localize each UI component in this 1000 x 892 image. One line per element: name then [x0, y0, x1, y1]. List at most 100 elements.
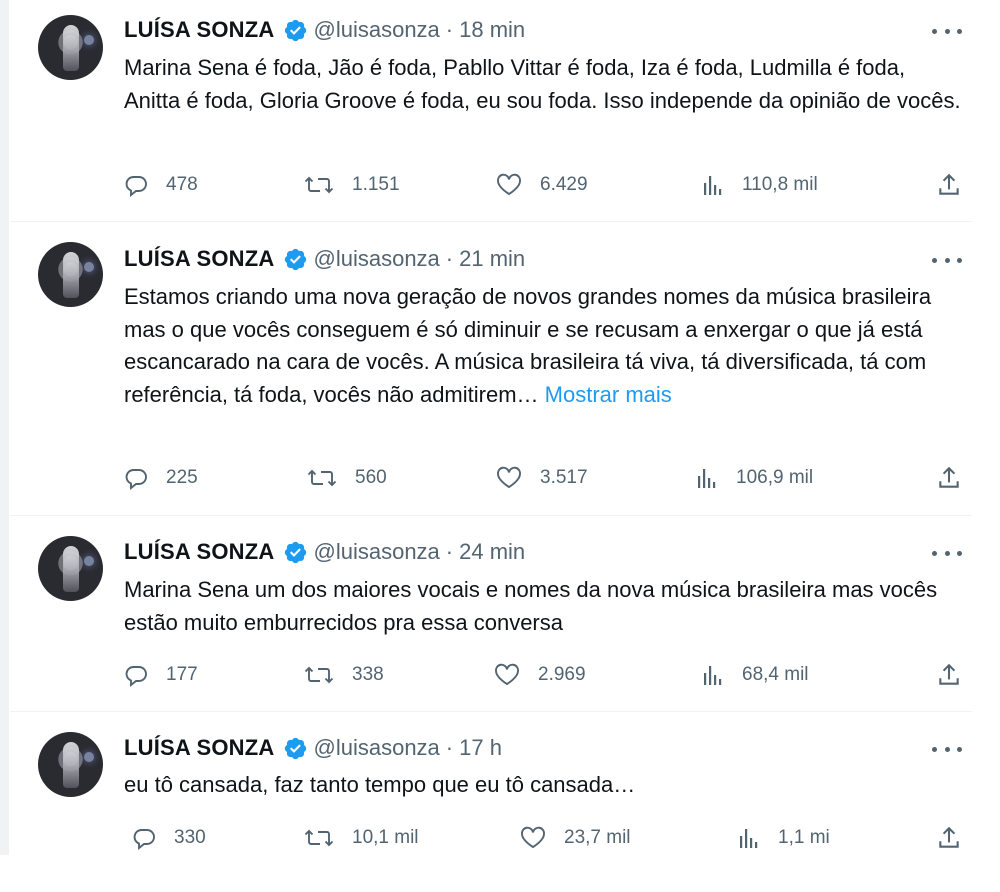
tweet-text-content: eu tô cansada, faz tanto tempo que eu tô…	[124, 772, 636, 797]
tweet-header: LUÍSA SONZA @luisasonza · 21 min	[124, 245, 525, 273]
more-options-icon[interactable]	[932, 543, 962, 563]
like-icon	[497, 173, 521, 196]
like-count: 3.517	[540, 467, 588, 488]
tweet[interactable]: LUÍSA SONZA @luisasonza · 17 h eu tô can…	[10, 712, 972, 855]
left-border	[0, 0, 9, 855]
views-count: 1,1 mi	[778, 827, 830, 848]
tweet[interactable]: LUÍSA SONZA @luisasonza · 21 min Estamos…	[10, 222, 972, 516]
views-button[interactable]: 106,9 mil	[696, 463, 813, 493]
like-button[interactable]: 2.969	[494, 660, 586, 690]
tweet-header: LUÍSA SONZA @luisasonza · 24 min	[124, 538, 525, 566]
action-bar: 330 10,1 mil 23,7 mil 1,1 mi	[124, 823, 962, 853]
like-icon	[497, 466, 521, 489]
retweet-count: 10,1 mil	[352, 827, 419, 848]
retweet-count: 338	[352, 664, 384, 685]
separator-dot: ·	[445, 735, 454, 760]
retweet-button[interactable]: 560	[307, 463, 387, 493]
action-bar: 478 1.151 6.429 110,8 mil	[124, 170, 962, 200]
share-icon	[939, 663, 959, 685]
action-bar: 225 560 3.517 106,9 mil	[124, 463, 962, 493]
like-count: 23,7 mil	[564, 827, 631, 848]
tweet-text: eu tô cansada, faz tanto tempo que eu tô…	[124, 769, 964, 802]
author-handle[interactable]: @luisasonza	[314, 246, 440, 272]
share-button[interactable]	[936, 823, 962, 853]
verified-badge-icon	[283, 736, 308, 761]
views-icon	[740, 829, 758, 848]
share-icon	[939, 826, 959, 848]
reply-count: 177	[166, 664, 198, 685]
author-name[interactable]: LUÍSA SONZA	[124, 17, 275, 43]
page-bottom	[0, 855, 1000, 892]
tweet-time[interactable]: 18 min	[459, 17, 525, 43]
tweet-feed: LUÍSA SONZA @luisasonza · 18 min Marina …	[10, 0, 972, 855]
tweet-text: Marina Sena um dos maiores vocais e nome…	[124, 574, 964, 639]
retweet-icon	[304, 829, 334, 847]
verified-badge-icon	[283, 247, 308, 272]
tweet-text-content: Marina Sena é foda, Jão é foda, Pabllo V…	[124, 55, 961, 113]
reply-icon	[125, 469, 147, 490]
separator-dot: ·	[445, 539, 454, 564]
tweet[interactable]: LUÍSA SONZA @luisasonza · 18 min Marina …	[10, 0, 972, 222]
separator-dot: ·	[445, 17, 454, 42]
share-button[interactable]	[936, 463, 962, 493]
share-button[interactable]	[936, 170, 962, 200]
avatar[interactable]	[38, 242, 103, 307]
views-button[interactable]: 110,8 mil	[702, 170, 818, 200]
reply-button[interactable]: 177	[124, 660, 198, 690]
author-name[interactable]: LUÍSA SONZA	[124, 246, 275, 272]
retweet-button[interactable]: 338	[304, 660, 384, 690]
avatar[interactable]	[38, 15, 103, 80]
share-icon	[939, 173, 959, 195]
author-handle[interactable]: @luisasonza	[314, 735, 440, 761]
tweet-header: LUÍSA SONZA @luisasonza · 18 min	[124, 16, 525, 44]
more-options-icon[interactable]	[932, 739, 962, 759]
views-count: 68,4 mil	[742, 664, 809, 685]
verified-badge-icon	[283, 540, 308, 565]
reply-icon	[125, 176, 147, 197]
like-count: 2.969	[538, 664, 586, 685]
views-count: 110,8 mil	[742, 174, 818, 195]
views-count: 106,9 mil	[736, 467, 814, 488]
tweet-header: LUÍSA SONZA @luisasonza · 17 h	[124, 734, 502, 762]
tweet-time[interactable]: 21 min	[459, 246, 525, 272]
separator-dot: ·	[445, 246, 454, 271]
retweet-count: 560	[355, 467, 387, 488]
like-button[interactable]: 6.429	[496, 170, 588, 200]
author-handle[interactable]: @luisasonza	[314, 17, 440, 43]
reply-button[interactable]: 478	[124, 170, 198, 200]
retweet-icon	[307, 469, 337, 487]
show-more-link[interactable]: Mostrar mais	[545, 382, 672, 407]
share-button[interactable]	[936, 660, 962, 690]
action-bar: 177 338 2.969 68,4 mil	[124, 660, 962, 690]
views-button[interactable]: 1,1 mi	[738, 823, 830, 853]
avatar[interactable]	[38, 536, 103, 601]
reply-count: 478	[166, 174, 198, 195]
like-count: 6.429	[540, 174, 588, 195]
retweet-button[interactable]: 1.151	[304, 170, 400, 200]
views-icon	[698, 469, 716, 488]
like-icon	[521, 826, 545, 849]
reply-button[interactable]: 225	[124, 463, 198, 493]
author-name[interactable]: LUÍSA SONZA	[124, 735, 275, 761]
tweet-text: Estamos criando uma nova geração de novo…	[124, 281, 964, 411]
views-button[interactable]: 68,4 mil	[702, 660, 809, 690]
share-icon	[939, 466, 959, 488]
tweet-text: Marina Sena é foda, Jão é foda, Pabllo V…	[124, 52, 964, 117]
avatar[interactable]	[38, 732, 103, 797]
tweet[interactable]: LUÍSA SONZA @luisasonza · 24 min Marina …	[10, 516, 972, 712]
like-button[interactable]: 23,7 mil	[520, 823, 631, 853]
retweet-count: 1.151	[352, 174, 400, 195]
like-button[interactable]: 3.517	[496, 463, 588, 493]
author-name[interactable]: LUÍSA SONZA	[124, 539, 275, 565]
reply-icon	[125, 666, 147, 687]
tweet-time[interactable]: 24 min	[459, 539, 525, 565]
reply-icon	[133, 829, 155, 850]
more-options-icon[interactable]	[932, 250, 962, 270]
tweet-text-content: Estamos criando uma nova geração de novo…	[124, 284, 932, 407]
more-options-icon[interactable]	[932, 21, 962, 41]
tweet-time[interactable]: 17 h	[459, 735, 502, 761]
reply-button[interactable]: 330	[132, 823, 206, 853]
author-handle[interactable]: @luisasonza	[314, 539, 440, 565]
retweet-button[interactable]: 10,1 mil	[304, 823, 419, 853]
like-icon	[495, 663, 519, 686]
